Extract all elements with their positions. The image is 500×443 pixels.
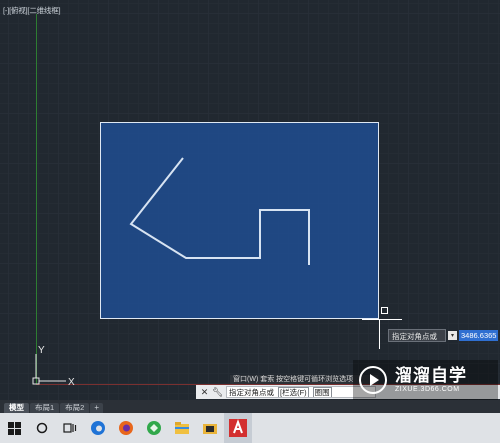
- firefox-icon[interactable]: [112, 413, 140, 443]
- dynamic-input-value[interactable]: 3486.6365: [459, 330, 499, 341]
- command-prompt-text: 指定对角点或: [229, 387, 274, 397]
- cursor-pickbox: [381, 307, 388, 314]
- dynamic-input-prompt: 指定对角点或: [388, 329, 446, 342]
- file-explorer-icon[interactable]: [168, 413, 196, 443]
- polyline-shape: [129, 157, 310, 265]
- windows-taskbar: [0, 413, 500, 443]
- tab-layout1[interactable]: 布局1: [30, 403, 60, 413]
- dropdown-arrow-icon[interactable]: ▾: [448, 331, 457, 340]
- autocad-icon[interactable]: [224, 413, 252, 443]
- option-fence[interactable]: [栏选(F): [278, 387, 309, 397]
- layout-tab-bar: 模型 布局1 布局2 +: [0, 400, 500, 413]
- tab-layout2[interactable]: 布局2: [60, 403, 90, 413]
- wrench-icon[interactable]: 🔧︎: [212, 387, 223, 397]
- option-wpolygon[interactable]: 圈围: [312, 387, 332, 397]
- crosshair-horizontal: [362, 319, 402, 320]
- close-icon[interactable]: ✕: [200, 387, 209, 398]
- crosshair-vertical: [379, 319, 380, 349]
- ucs-icon: Y X: [32, 345, 75, 388]
- search-icon[interactable]: [28, 413, 56, 443]
- edge-icon[interactable]: [84, 413, 112, 443]
- watermark-logo-icon: [359, 366, 387, 394]
- drawing-canvas[interactable]: [-][俯视][二维线框] Y X 指定对角点或 ▾ 3486.6365: [0, 0, 500, 400]
- windows-start-icon[interactable]: [0, 413, 28, 443]
- watermark-title: 溜溜自学: [395, 365, 467, 385]
- green-app-icon[interactable]: [140, 413, 168, 443]
- add-layout-button[interactable]: +: [90, 403, 104, 413]
- folder-tool-icon[interactable]: [196, 413, 224, 443]
- watermark-subtitle: ZIXUE.3D66.COM: [395, 385, 460, 393]
- ucs-y-label: Y: [38, 345, 45, 356]
- autocad-window: [-][俯视][二维线框] Y X 指定对角点或 ▾ 3486.6365 窗口(…: [0, 0, 500, 443]
- tab-model[interactable]: 模型: [4, 403, 29, 413]
- watermark: 溜溜自学 ZIXUE.3D66.COM: [353, 360, 498, 400]
- task-view-icon[interactable]: [56, 413, 84, 443]
- dynamic-input-tooltip: 指定对角点或 ▾ 3486.6365: [388, 329, 499, 342]
- ucs-x-label: X: [68, 377, 75, 388]
